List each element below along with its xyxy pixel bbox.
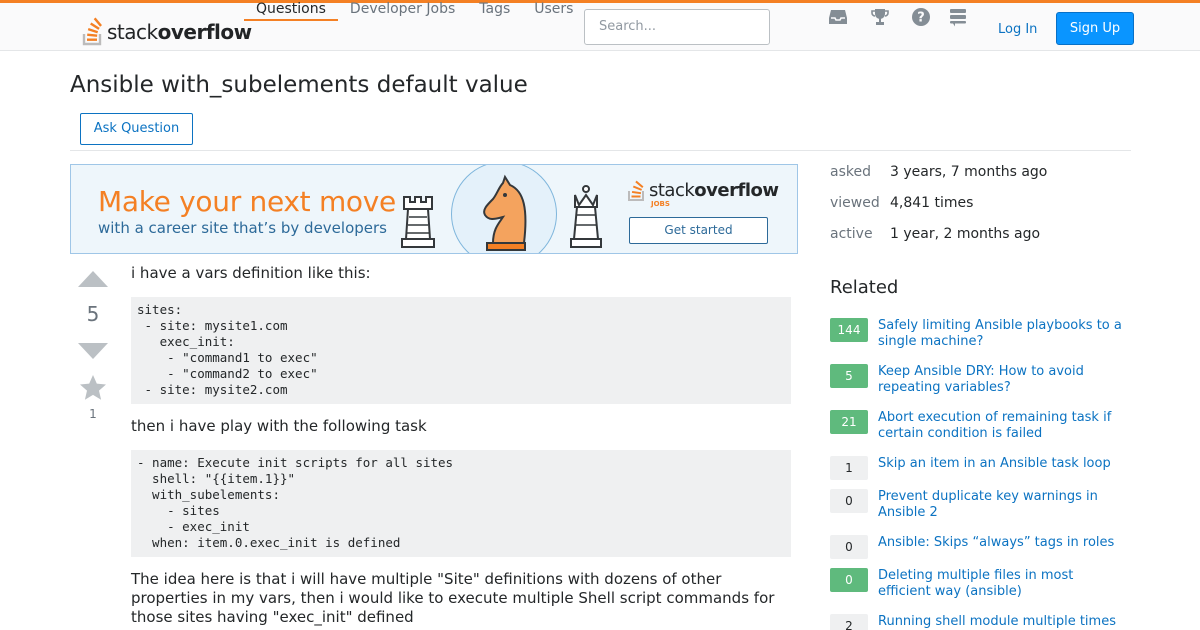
search-input[interactable]: Search... [584, 9, 770, 45]
svg-text:?: ? [917, 11, 925, 26]
meta-asked: asked 3 years, 7 months ago [830, 164, 1047, 180]
post-paragraph: those sites having "exec_init" defined [131, 608, 414, 626]
favorite-star-icon[interactable] [79, 374, 107, 401]
header-divider [70, 150, 1131, 151]
meta-label: active [830, 226, 873, 242]
stack-logo-icon [628, 180, 644, 201]
site-logo[interactable]: stackoverflow [82, 12, 252, 46]
main-nav: Questions Developer Jobs Tags Users [244, 2, 585, 51]
related-item[interactable]: 0 Deleting multiple files in most efficie… [830, 568, 1130, 600]
post-paragraph: The idea here is that i will have multip… [131, 570, 722, 588]
related-link[interactable]: Deleting multiple files in most efficient… [878, 568, 1130, 600]
meta-label: asked [830, 164, 871, 180]
ad-brand-sub: JOBS [651, 200, 670, 208]
inbox-icon[interactable] [828, 7, 848, 27]
meta-label: viewed [830, 195, 880, 211]
related-item[interactable]: 21 Abort execution of remaining task if c… [830, 410, 1130, 442]
logo-wordmark: stackoverflow [107, 20, 252, 44]
help-icon[interactable]: ? [911, 7, 931, 27]
nav-questions[interactable]: Questions [244, 2, 338, 21]
site-switcher-icon[interactable] [948, 7, 968, 27]
nav-tags[interactable]: Tags [467, 2, 522, 21]
related-item[interactable]: 5 Keep Ansible DRY: How to avoid repeatin… [830, 364, 1130, 396]
related-score-badge: 0 [830, 568, 868, 592]
login-button[interactable]: Log In [988, 14, 1047, 45]
ad-headline: Make your next move [98, 185, 396, 218]
queen-icon [570, 185, 602, 248]
knight-icon [483, 174, 527, 251]
meta-value[interactable]: 1 year, 2 months ago [890, 226, 1040, 242]
favorite-count: 1 [89, 407, 97, 421]
related-link[interactable]: Ansible: Skips “always” tags in roles [878, 535, 1130, 559]
ask-question-button[interactable]: Ask Question [80, 113, 193, 145]
related-link[interactable]: Skip an item in an Ansible task loop [878, 456, 1130, 480]
related-link[interactable]: Prevent duplicate key warnings in Ansible… [878, 489, 1130, 521]
nav-users[interactable]: Users [522, 2, 585, 21]
meta-active: active 1 year, 2 months ago [830, 226, 1040, 242]
post-paragraph: then i have play with the following task [131, 417, 427, 435]
stack-logo-icon [82, 17, 102, 46]
related-item[interactable]: 0 Prevent duplicate key warnings in Ansib… [830, 489, 1130, 521]
related-item[interactable]: 2 Running shell module multiple times [830, 614, 1130, 630]
signup-button[interactable]: Sign Up [1056, 12, 1134, 45]
top-bar: stackoverflow Questions Developer Jobs T… [0, 0, 1200, 51]
question-title[interactable]: Ansible with_subelements default value [70, 72, 528, 98]
code-block: sites: - site: mysite1.com exec_init: - … [131, 297, 791, 404]
meta-value: 3 years, 7 months ago [890, 164, 1048, 180]
meta-value: 4,841 times [890, 195, 974, 211]
related-link[interactable]: Safely limiting Ansible playbooks to a si… [878, 318, 1130, 350]
related-score-badge: 2 [830, 614, 868, 630]
related-score-badge: 1 [830, 456, 868, 480]
rook-icon [401, 196, 435, 248]
related-score-badge: 144 [830, 318, 868, 342]
meta-viewed: viewed 4,841 times [830, 195, 973, 211]
related-score-badge: 0 [830, 535, 868, 559]
jobs-ad-banner[interactable]: Make your next move with a career site t… [70, 164, 798, 254]
ad-get-started-button[interactable]: Get started [629, 217, 768, 244]
nav-developer-jobs[interactable]: Developer Jobs [338, 2, 467, 21]
related-score-badge: 21 [830, 410, 868, 434]
ad-brand-wordmark: stackoverflow [649, 180, 779, 201]
code-block: - name: Execute init scripts for all sit… [131, 450, 791, 557]
related-link[interactable]: Abort execution of remaining task if cert… [878, 410, 1130, 442]
related-item[interactable]: 144 Safely limiting Ansible playbooks to… [830, 318, 1130, 350]
related-heading: Related [830, 277, 899, 298]
related-score-badge: 0 [830, 489, 868, 513]
related-link[interactable]: Keep Ansible DRY: How to avoid repeating … [878, 364, 1130, 396]
achievements-icon[interactable] [870, 7, 890, 27]
related-item[interactable]: 1 Skip an item in an Ansible task loop [830, 456, 1130, 480]
post-paragraph: i have a vars definition like this: [131, 264, 371, 282]
related-link[interactable]: Running shell module multiple times [878, 614, 1130, 630]
related-score-badge: 5 [830, 364, 868, 388]
post-paragraph: properties in my vars, then i would like… [131, 589, 775, 607]
upvote-icon[interactable] [78, 270, 108, 288]
ad-subline: with a career site that’s by developers [98, 219, 387, 237]
vote-count: 5 [86, 302, 100, 326]
downvote-icon[interactable] [78, 342, 108, 360]
related-item[interactable]: 0 Ansible: Skips “always” tags in roles [830, 535, 1130, 559]
